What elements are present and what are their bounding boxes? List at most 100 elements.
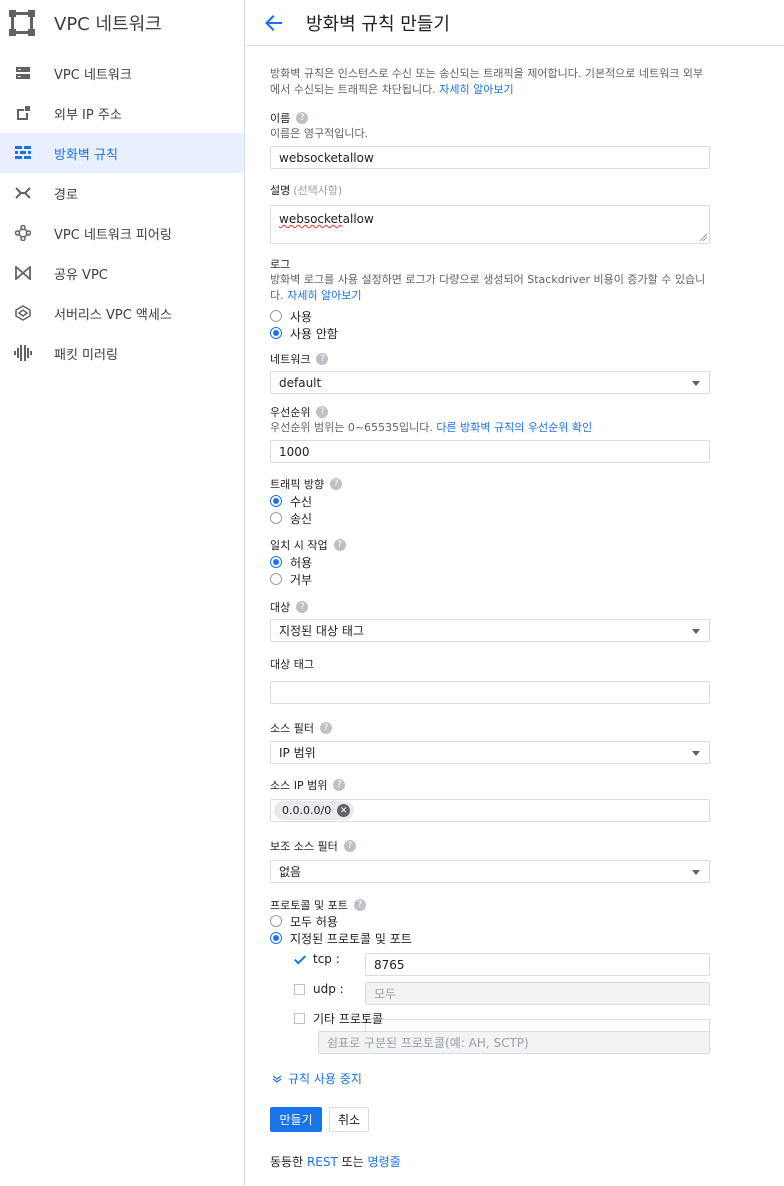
target-tags-section: 대상 태그 — [270, 656, 710, 704]
create-button[interactable]: 만들기 — [270, 1107, 322, 1132]
sidebar-item-external-ip[interactable]: 외부 IP 주소 — [0, 93, 244, 133]
network-section: 네트워크? default — [270, 351, 710, 394]
source-filter-select[interactable]: IP 범위 — [270, 741, 710, 764]
sidebar-item-packet-mirroring[interactable]: 패킷 미러링 — [0, 333, 244, 373]
learn-more-link[interactable]: 자세히 알아보기 — [439, 83, 513, 96]
help-icon[interactable]: ? — [296, 601, 309, 613]
target-tags-input[interactable] — [270, 681, 710, 704]
tcp-ports-input[interactable]: 8765 — [365, 953, 710, 976]
direction-section: 트래픽 방향? 수신 송신 — [270, 476, 710, 526]
other-protocols-input[interactable]: 쉼표로 구분된 프로토콜(예: AH, SCTP) — [318, 1031, 710, 1054]
packet-mirroring-icon — [14, 344, 32, 362]
help-icon[interactable]: ? — [333, 539, 346, 551]
help-icon[interactable]: ? — [333, 779, 346, 791]
radio-unchecked[interactable] — [270, 573, 282, 585]
help-icon[interactable]: ? — [343, 840, 356, 852]
command-line-link[interactable]: 명령줄 — [368, 1155, 401, 1169]
other-protocols-checkbox[interactable] — [294, 1013, 305, 1024]
network-select[interactable]: default — [270, 371, 710, 394]
logs-radio-on[interactable]: 사용 — [270, 308, 710, 324]
tcp-label: tcp : — [313, 952, 340, 966]
name-label: 이름 — [270, 112, 291, 125]
udp-checkbox[interactable] — [294, 983, 305, 995]
vpc-logo-icon — [8, 9, 36, 37]
logs-label: 로그 — [270, 258, 291, 271]
help-icon[interactable]: ? — [319, 722, 332, 734]
network-list-icon — [14, 64, 32, 82]
target-select[interactable]: 지정된 대상 태그 — [270, 619, 710, 642]
action-radio-allow[interactable]: 허용 — [270, 554, 710, 570]
page-header: 방화벽 규칙 만들기 — [246, 0, 784, 46]
radio-unchecked[interactable] — [270, 915, 282, 927]
protocols-radio-specified[interactable]: 지정된 프로토콜 및 포트 — [270, 930, 710, 946]
ip-range-chip: 0.0.0.0/0 ✕ — [274, 801, 355, 820]
source-ip-input[interactable]: 0.0.0.0/0 ✕ — [270, 799, 710, 822]
sidebar-item-label: 패킷 미러링 — [54, 347, 118, 363]
shared-vpc-icon — [14, 264, 32, 282]
priority-input[interactable]: 1000 — [270, 440, 710, 463]
source-ip-section: 소스 IP 범위? 0.0.0.0/0 ✕ — [270, 777, 710, 822]
cancel-button[interactable]: 취소 — [329, 1107, 369, 1132]
tcp-row: tcp : — [294, 952, 340, 966]
help-icon[interactable]: ? — [330, 478, 343, 490]
help-icon[interactable]: ? — [296, 112, 309, 124]
description-section: 설명 (선택사항) websocket allow — [270, 182, 710, 244]
name-hint: 이름은 영구적입니다. — [270, 127, 369, 140]
description-text: websocket — [279, 212, 343, 226]
back-button[interactable] — [262, 11, 286, 35]
tcp-checkbox[interactable] — [294, 953, 305, 965]
network-label: 네트워크 — [270, 353, 311, 366]
help-icon[interactable]: ? — [353, 899, 366, 911]
sidebar-item-vpc-networks[interactable]: VPC 네트워크 — [0, 53, 244, 93]
radio-unchecked[interactable] — [270, 310, 282, 322]
logs-learn-more-link[interactable]: 자세히 알아보기 — [287, 289, 361, 302]
udp-ports-input[interactable]: 모두 — [365, 982, 710, 1005]
logs-radio-off[interactable]: 사용 안함 — [270, 325, 710, 341]
target-label: 대상 — [270, 601, 291, 614]
target-section: 대상? 지정된 대상 태그 — [270, 599, 710, 642]
action-label: 일치 시 작업 — [270, 539, 328, 552]
sidebar-item-peering[interactable]: VPC 네트워크 피어링 — [0, 213, 244, 253]
protocols-label: 프로토콜 및 포트 — [270, 899, 348, 912]
description-label: 설명 — [270, 184, 291, 197]
page-title: 방화벽 규칙 만들기 — [306, 13, 450, 35]
source-filter-section: 소스 필터? IP 범위 — [270, 720, 710, 764]
radio-checked[interactable] — [270, 327, 282, 339]
dropdown-arrow-icon — [692, 870, 700, 875]
priority-link[interactable]: 다른 방화벽 규칙의 우선순위 확인 — [436, 421, 592, 434]
help-icon[interactable]: ? — [316, 353, 329, 365]
sidebar-title: VPC 네트워크 — [54, 14, 162, 35]
disable-rule-toggle[interactable]: 규칙 사용 중지 — [272, 1070, 362, 1087]
logs-hint: 방화벽 로그를 사용 설정하면 로그가 다량으로 생성되어 Stackdrive… — [270, 273, 706, 302]
external-ip-icon — [14, 104, 32, 122]
source-filter-label: 소스 필터 — [270, 722, 314, 735]
equivalent-links: 동등한 REST 또는 명령줄 — [270, 1155, 401, 1169]
radio-unchecked[interactable] — [270, 512, 282, 524]
rest-link[interactable]: REST — [307, 1155, 338, 1169]
radio-checked[interactable] — [270, 556, 282, 568]
name-input[interactable]: websocketallow — [270, 146, 710, 169]
action-radio-deny[interactable]: 거부 — [270, 571, 710, 587]
direction-radio-ingress[interactable]: 수신 — [270, 493, 710, 509]
sidebar-item-label: 방화벽 규칙 — [54, 147, 118, 163]
resize-handle-icon[interactable] — [700, 234, 707, 241]
sidebar-item-serverless-vpc[interactable]: 서버리스 VPC 액세스 — [0, 293, 244, 333]
sidebar-item-routes[interactable]: 경로 — [0, 173, 244, 213]
direction-radio-egress[interactable]: 송신 — [270, 510, 710, 526]
name-section: 이름? 이름은 영구적입니다. websocketallow — [270, 110, 710, 169]
sidebar-item-shared-vpc[interactable]: 공유 VPC — [0, 253, 244, 293]
sidebar: VPC 네트워크 VPC 네트워크 외부 IP 주소 방화벽 규칙 경로 VPC… — [0, 0, 245, 1186]
sidebar-item-label: VPC 네트워크 피어링 — [54, 227, 172, 243]
help-icon[interactable]: ? — [316, 406, 329, 418]
secondary-filter-select[interactable]: 없음 — [270, 860, 710, 883]
radio-checked[interactable] — [270, 495, 282, 507]
description-textarea[interactable]: websocket allow — [270, 205, 710, 244]
remove-chip-icon[interactable]: ✕ — [337, 804, 351, 817]
protocols-radio-allow-all[interactable]: 모두 허용 — [270, 913, 710, 929]
sidebar-item-label: 공유 VPC — [54, 267, 108, 283]
priority-hint: 우선순위 범위는 0~65535입니다. 다른 방화벽 규칙의 우선순위 확인 — [270, 421, 593, 434]
radio-checked[interactable] — [270, 932, 282, 944]
sidebar-header: VPC 네트워크 — [0, 0, 244, 46]
sidebar-item-firewall[interactable]: 방화벽 규칙 — [0, 133, 244, 173]
secondary-filter-section: 보조 소스 필터? 없음 — [270, 838, 710, 883]
